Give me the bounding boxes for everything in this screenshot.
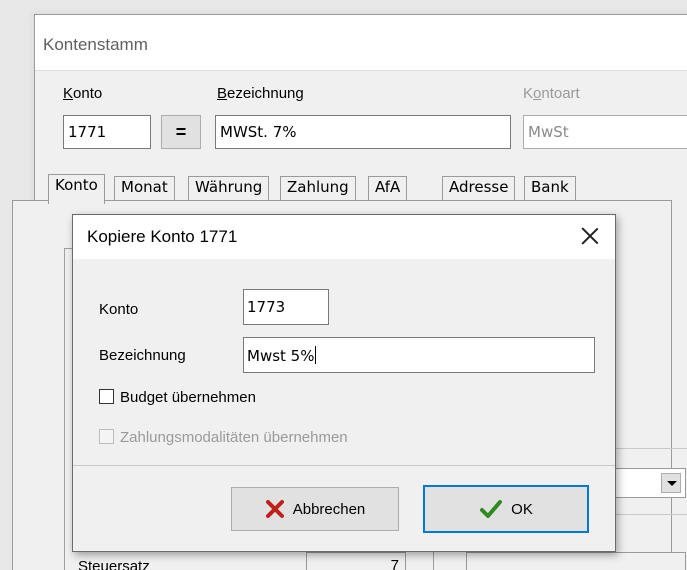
cancel-button-label: Abbrechen bbox=[292, 500, 366, 518]
dialog-konto-field[interactable]: 1773 bbox=[243, 289, 329, 325]
text-caret bbox=[315, 346, 317, 364]
kontoart-field: MwSt bbox=[523, 115, 687, 149]
copy-account-dialog: Kopiere Konto 1771 Konto 1773 Bezeichnun… bbox=[72, 214, 616, 552]
ok-button[interactable]: OK bbox=[423, 485, 589, 533]
kontoart-label: Kontoart bbox=[523, 85, 580, 102]
dialog-bezeichnung-field[interactable]: Mwst 5% bbox=[243, 337, 595, 373]
steuersatz-field[interactable]: 7 bbox=[306, 552, 406, 570]
cancel-x-icon bbox=[265, 500, 284, 518]
close-icon[interactable] bbox=[577, 223, 603, 249]
bezeichnung-label: Bezeichnung bbox=[217, 85, 304, 102]
budget-checkbox[interactable]: Budget übernehmen bbox=[99, 389, 256, 406]
konto-field[interactable]: 1771 bbox=[63, 115, 151, 149]
cancel-button[interactable]: Abbrechen bbox=[231, 487, 399, 531]
dialog-title: Kopiere Konto 1771 bbox=[87, 227, 238, 246]
checkmark-icon bbox=[480, 500, 503, 518]
konto-label: Konto bbox=[63, 85, 103, 102]
steuersatz-label: Steuersatz bbox=[78, 558, 150, 570]
equals-button[interactable]: = bbox=[161, 115, 201, 149]
checkbox-box[interactable] bbox=[99, 389, 114, 404]
budget-checkbox-label: Budget übernehmen bbox=[120, 389, 256, 406]
background-field[interactable] bbox=[466, 552, 686, 570]
dialog-bezeichnung-value: Mwst 5% bbox=[247, 347, 315, 365]
tab-adresse[interactable]: Adresse bbox=[442, 176, 516, 202]
tab-afa[interactable]: AfA bbox=[368, 176, 408, 202]
checkbox-box bbox=[99, 429, 114, 444]
tab-zahlung[interactable]: Zahlung bbox=[280, 176, 356, 202]
ok-button-label: OK bbox=[511, 500, 533, 518]
tab-konto[interactable]: Konto bbox=[48, 174, 105, 204]
zahlung-checkbox: Zahlungsmodalitäten übernehmen bbox=[99, 429, 348, 446]
window-title: Kontenstamm bbox=[43, 35, 148, 54]
tab-waehrung[interactable]: Währung bbox=[188, 176, 270, 202]
bezeichnung-field[interactable]: MWSt. 7% bbox=[215, 115, 511, 149]
dialog-konto-label: Konto bbox=[99, 301, 139, 318]
tab-monat[interactable]: Monat bbox=[114, 176, 175, 202]
chevron-down-icon[interactable] bbox=[661, 473, 681, 493]
dialog-bezeichnung-label: Bezeichnung bbox=[99, 347, 186, 364]
zahlung-checkbox-label: Zahlungsmodalitäten übernehmen bbox=[120, 429, 348, 446]
dialog-separator bbox=[73, 465, 615, 466]
tab-bank[interactable]: Bank bbox=[524, 176, 576, 202]
